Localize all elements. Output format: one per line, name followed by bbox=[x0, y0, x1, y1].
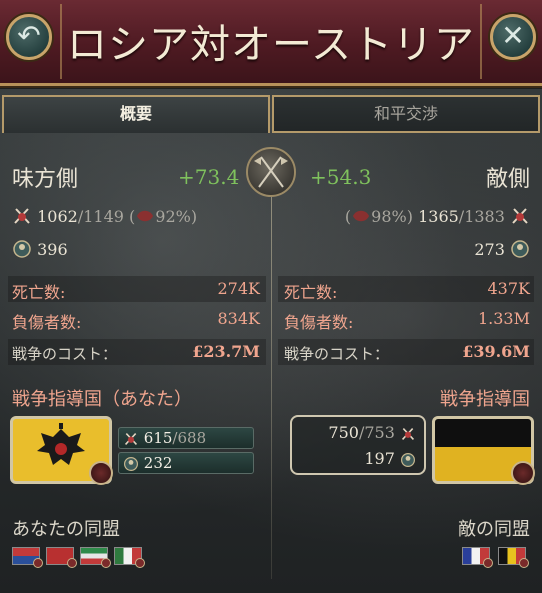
enemy-dead-label: 死亡数: bbox=[284, 283, 338, 302]
enemy-troops-current: 1365 bbox=[418, 207, 459, 226]
our-dead-value: 274K bbox=[217, 279, 261, 298]
our-generals-count: 396 bbox=[37, 240, 68, 259]
ally-badge-icon bbox=[67, 558, 77, 568]
our-war-score: +73.4 bbox=[178, 165, 240, 189]
ally-badge-icon bbox=[483, 558, 493, 568]
our-dead-label: 死亡数: bbox=[12, 283, 66, 302]
morale-icon bbox=[137, 210, 154, 222]
tab-bar: 概要 和平交渉 bbox=[2, 95, 540, 133]
crossed-swords-icon bbox=[14, 208, 30, 224]
leader-badge-icon bbox=[511, 461, 535, 485]
our-leader-generals-pill: 232 bbox=[118, 452, 254, 474]
enemy-leader-troops-max: /753 bbox=[358, 423, 395, 442]
our-wounded-value: 834K bbox=[217, 309, 261, 328]
enemy-ally-flag-1[interactable] bbox=[462, 547, 493, 568]
crossed-swords-icon bbox=[512, 208, 528, 224]
general-badge-icon bbox=[124, 457, 138, 471]
our-side-title: 味方側 bbox=[12, 167, 79, 192]
title-banner: ↶ ロシア対オーストリア ✕ bbox=[0, 0, 542, 86]
crossed-flags-emblem-icon bbox=[246, 147, 296, 197]
enemy-leader-generals: 197 bbox=[364, 449, 395, 468]
our-leader-troops-max: /688 bbox=[172, 429, 207, 447]
enemy-alliance-label: 敵の同盟 bbox=[458, 519, 530, 540]
our-troops-current: 1062 bbox=[37, 207, 78, 226]
our-cost-label: 戦争のコスト： bbox=[12, 345, 118, 363]
ally-badge-icon bbox=[33, 558, 43, 568]
enemy-generals-row: 273 bbox=[474, 239, 530, 259]
ally-badge-icon bbox=[519, 558, 529, 568]
our-leader-troops-pill: 615/688 bbox=[118, 427, 254, 449]
ally-flag-1[interactable] bbox=[12, 547, 43, 568]
crossed-swords-icon bbox=[124, 433, 138, 445]
our-alliance-label: あなたの同盟 bbox=[12, 519, 120, 540]
enemy-cost-value: £39.6M bbox=[462, 342, 530, 361]
enemy-ally-flag-2[interactable] bbox=[498, 547, 529, 568]
back-arrow-icon: ↶ bbox=[17, 19, 41, 52]
our-morale-pct: 92%) bbox=[155, 207, 198, 226]
close-icon: ✕ bbox=[501, 19, 525, 52]
close-button[interactable]: ✕ bbox=[490, 14, 536, 60]
ally-flag-3[interactable] bbox=[80, 547, 111, 568]
our-troops-row: 1062/1149 ( 92%) bbox=[12, 207, 197, 226]
war-title: ロシア対オーストリア bbox=[67, 22, 475, 68]
enemy-wounded-value: 1.33M bbox=[477, 309, 530, 328]
tab-peace-negotiation[interactable]: 和平交渉 bbox=[272, 95, 540, 133]
our-wounded-label: 負傷者数: bbox=[12, 313, 82, 332]
enemy-generals-count: 273 bbox=[474, 240, 505, 259]
ally-badge-icon bbox=[101, 558, 111, 568]
enemy-cost-label: 戦争のコスト： bbox=[284, 345, 390, 363]
general-badge-icon bbox=[511, 240, 529, 258]
enemy-troops-row: ( 98%) 1365/1383 bbox=[345, 207, 530, 226]
austria-flag[interactable] bbox=[432, 416, 535, 485]
our-troops-max: /1149 bbox=[77, 207, 124, 226]
our-leader-label: 戦争指導国（あなた） bbox=[12, 389, 192, 410]
enemy-morale-pct: 98%) bbox=[371, 207, 413, 226]
our-cost-value: £23.7M bbox=[192, 342, 260, 361]
war-overview-panel: 概要 和平交渉 味方側 +73.4 +54.3 敵側 1062/1149 ( 9… bbox=[0, 89, 542, 593]
enemy-troops-max: /1383 bbox=[458, 207, 505, 226]
our-leader-generals: 232 bbox=[143, 454, 173, 472]
enemy-leader-stats-panel: 750/753 197 bbox=[290, 415, 426, 475]
ally-flag-4[interactable] bbox=[114, 547, 145, 568]
our-generals-row: 396 bbox=[12, 239, 68, 259]
crossed-swords-icon bbox=[401, 428, 415, 440]
our-leader-troops: 615 bbox=[143, 429, 173, 447]
enemy-leader-label: 戦争指導国 bbox=[440, 389, 530, 410]
morale-icon bbox=[353, 210, 370, 222]
enemy-leader-troops-row: 750/753 bbox=[328, 423, 416, 442]
enemy-dead-value: 437K bbox=[487, 279, 531, 298]
leader-badge-icon bbox=[89, 461, 113, 485]
enemy-leader-generals-row: 197 bbox=[364, 449, 416, 468]
general-badge-icon bbox=[13, 240, 31, 258]
center-divider bbox=[271, 189, 272, 579]
enemy-war-score: +54.3 bbox=[310, 165, 372, 189]
enemy-side-title: 敵側 bbox=[485, 167, 530, 192]
ally-badge-icon bbox=[135, 558, 145, 568]
general-badge-icon bbox=[401, 453, 415, 467]
ally-flag-2[interactable] bbox=[46, 547, 77, 568]
enemy-wounded-label: 負傷者数: bbox=[284, 313, 354, 332]
russia-flag[interactable] bbox=[10, 416, 113, 485]
back-button[interactable]: ↶ bbox=[6, 14, 52, 60]
enemy-leader-troops: 750 bbox=[328, 423, 359, 442]
tab-overview[interactable]: 概要 bbox=[2, 95, 270, 133]
